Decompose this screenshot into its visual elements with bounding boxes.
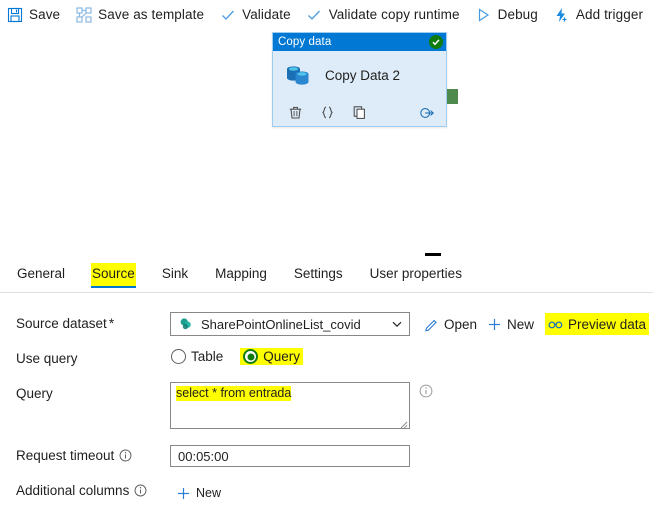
sharepoint-icon: [179, 317, 193, 331]
request-timeout-value: 00:05:00: [178, 448, 229, 464]
save-as-template-icon: [75, 6, 92, 23]
debug-button[interactable]: Debug: [469, 1, 547, 29]
trash-icon[interactable]: [287, 105, 303, 121]
validate-button-label: Validate: [242, 7, 291, 22]
output-connector[interactable]: [447, 89, 458, 104]
additional-columns-label: Additional columns: [16, 483, 147, 498]
request-timeout-row: Request timeout 00:05:00: [0, 445, 653, 469]
tab-source[interactable]: Source: [91, 263, 136, 288]
tab-user-properties-label: User properties: [369, 266, 462, 281]
preview-data-label: Preview data: [568, 316, 647, 332]
request-timeout-label-text: Request timeout: [16, 448, 115, 463]
lightning-bolt-plus-icon: [553, 6, 570, 23]
validate-button[interactable]: Validate: [213, 1, 300, 29]
save-button[interactable]: Save: [0, 1, 69, 29]
plus-icon: [487, 317, 502, 332]
radio-unchecked-icon: [171, 349, 186, 364]
activity-node-actions: [273, 99, 446, 126]
activity-type-label: Copy data: [278, 36, 332, 48]
save-button-label: Save: [29, 7, 61, 22]
add-output-icon[interactable]: [419, 105, 435, 121]
properties-tabstrip: General Source Sink Mapping Settings Use…: [0, 263, 653, 293]
code-braces-icon[interactable]: [319, 105, 335, 121]
play-triangle-icon: [475, 6, 492, 23]
add-trigger-button[interactable]: Add trigger: [547, 1, 652, 29]
use-query-row: Use query Table Query: [0, 348, 653, 372]
debug-button-label: Debug: [497, 7, 538, 22]
tab-general-label: General: [17, 266, 66, 281]
pipeline-canvas[interactable]: Copy data Copy Data 2: [0, 29, 653, 259]
checkmark-icon: [219, 6, 236, 23]
query-label: Query: [16, 386, 53, 401]
open-dataset-button[interactable]: Open: [424, 313, 477, 335]
preview-data-button[interactable]: Preview data: [545, 313, 650, 335]
query-input[interactable]: select * from entrada: [170, 382, 410, 429]
activity-name-label: Copy Data 2: [325, 67, 401, 83]
tab-general[interactable]: General: [16, 263, 66, 288]
open-dataset-label: Open: [444, 316, 478, 332]
use-query-option-query-label: Query: [263, 349, 301, 364]
tab-source-label: Source: [92, 266, 135, 281]
tab-user-properties[interactable]: User properties: [369, 263, 463, 288]
status-success-icon: [429, 35, 443, 49]
save-icon: [6, 6, 23, 23]
plus-icon: [176, 486, 191, 501]
query-label-text: Query: [16, 386, 53, 401]
additional-columns-label-text: Additional columns: [16, 483, 130, 498]
use-query-label: Use query: [16, 351, 78, 366]
pencil-icon: [424, 317, 439, 332]
checkmark-icon: [306, 6, 323, 23]
copy-icon[interactable]: [351, 105, 367, 121]
source-dataset-dropdown[interactable]: SharePointOnlineList_covid: [170, 312, 410, 336]
tab-mapping-label: Mapping: [215, 266, 267, 281]
additional-columns-info-icon[interactable]: [134, 484, 147, 497]
request-timeout-info-icon[interactable]: [119, 449, 132, 462]
activity-node-body: Copy Data 2: [273, 51, 446, 99]
validate-copy-runtime-button[interactable]: Validate copy runtime: [300, 1, 469, 29]
source-dataset-row: Source dataset * SharePointOnlineList_co…: [0, 312, 653, 338]
glasses-icon: [548, 317, 563, 332]
use-query-radio-group: Table Query: [168, 348, 317, 365]
tab-mapping[interactable]: Mapping: [214, 263, 268, 288]
query-row: Query select * from entrada: [0, 382, 653, 432]
tab-settings[interactable]: Settings: [293, 263, 344, 288]
query-info-icon[interactable]: [419, 384, 433, 398]
additional-columns-row: Additional columns New: [0, 480, 653, 504]
save-as-template-button[interactable]: Save as template: [69, 1, 213, 29]
query-value: select * from entrada: [176, 386, 292, 401]
tab-sink-label: Sink: [161, 266, 189, 281]
new-dataset-button[interactable]: New: [487, 313, 534, 335]
use-query-label-text: Use query: [16, 351, 78, 366]
chevron-down-icon: [391, 318, 403, 330]
required-marker: *: [108, 316, 115, 331]
tab-settings-label: Settings: [293, 266, 343, 281]
request-timeout-input[interactable]: 00:05:00: [170, 445, 410, 467]
copy-data-activity-node[interactable]: Copy data Copy Data 2: [272, 32, 447, 127]
source-dataset-label: Source dataset *: [16, 316, 114, 331]
new-dataset-label: New: [507, 316, 535, 332]
resize-handle-icon[interactable]: [398, 417, 408, 428]
activity-node-header: Copy data: [273, 33, 446, 51]
copy-data-icon: [283, 59, 313, 92]
add-trigger-button-label: Add trigger: [575, 7, 644, 22]
source-dataset-value: SharePointOnlineList_covid: [201, 316, 361, 332]
source-dataset-label-text: Source dataset: [16, 316, 107, 331]
use-query-option-table-label: Table: [191, 349, 224, 364]
save-as-template-button-label: Save as template: [98, 7, 205, 22]
use-query-option-query[interactable]: Query: [240, 348, 304, 365]
validate-copy-runtime-button-label: Validate copy runtime: [328, 7, 460, 22]
radio-checked-icon: [243, 349, 259, 364]
use-query-option-table[interactable]: Table: [168, 348, 226, 365]
panel-collapse-handle[interactable]: [425, 253, 441, 256]
add-additional-column-button[interactable]: New: [176, 482, 221, 504]
request-timeout-label: Request timeout: [16, 448, 132, 463]
add-additional-column-label: New: [196, 486, 222, 500]
command-toolbar: Save Save as template Validate Validate …: [0, 0, 653, 30]
tab-sink[interactable]: Sink: [161, 263, 189, 288]
